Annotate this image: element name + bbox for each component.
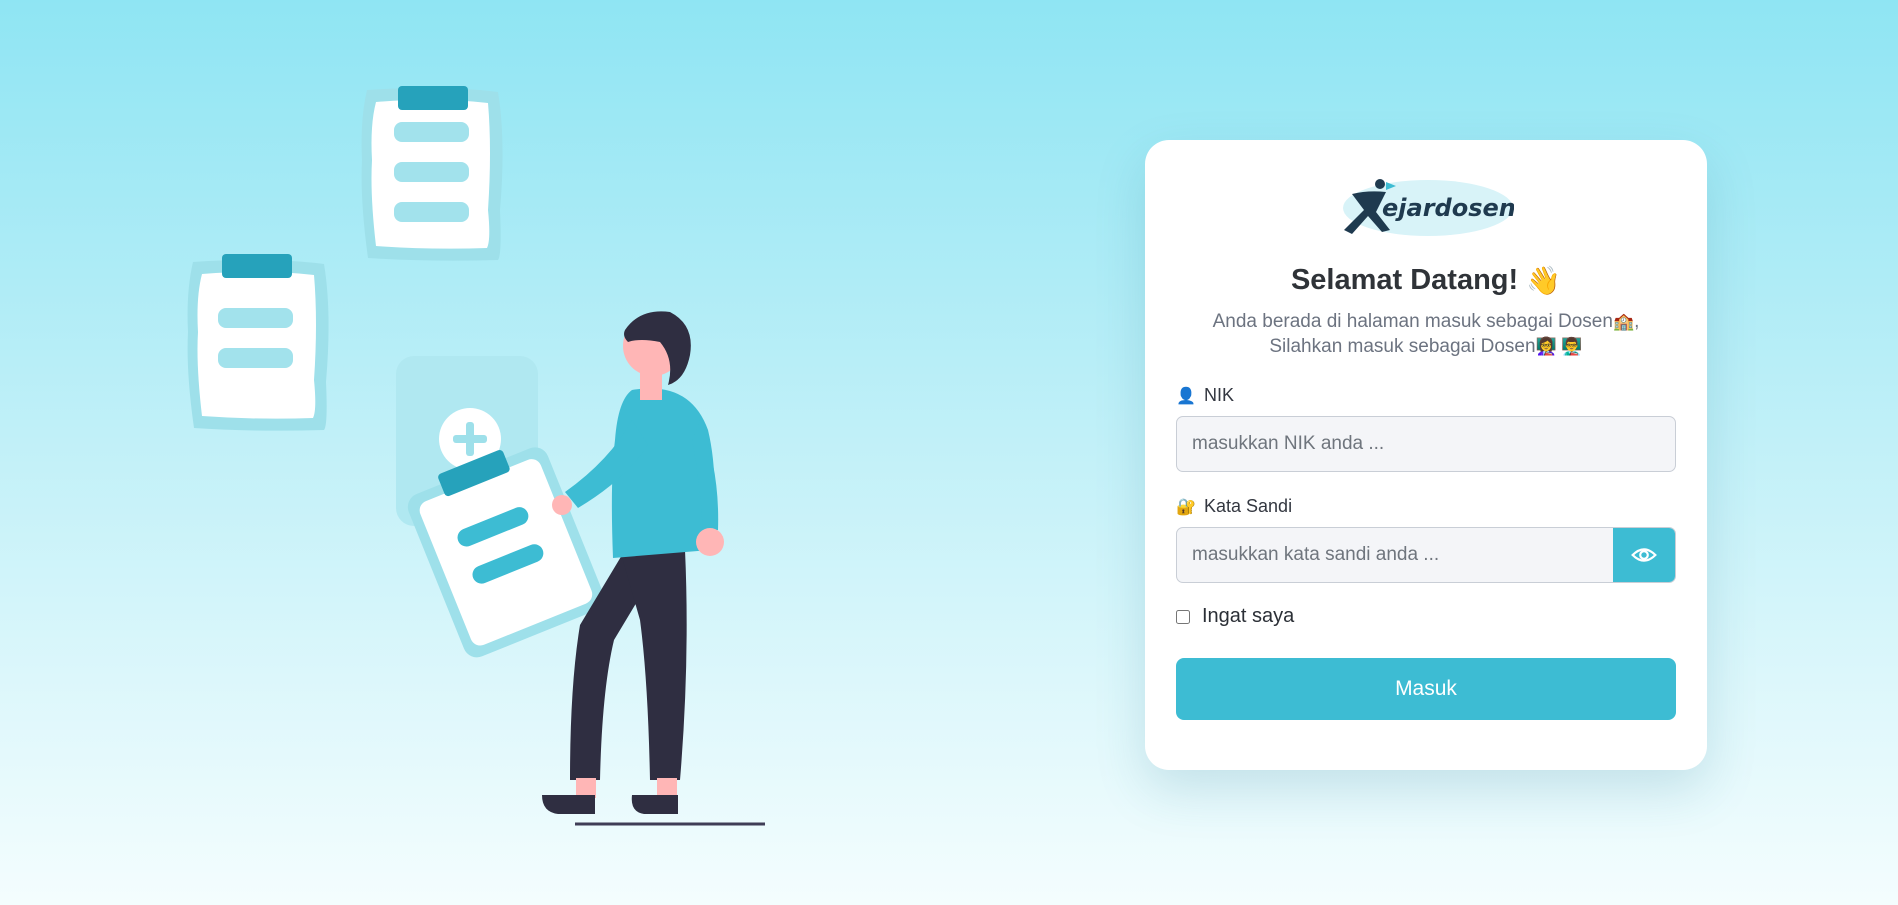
password-label: 🔐 Kata Sandi — [1176, 496, 1676, 517]
teacher-icons: 👩‍🏫 👨‍🏫 — [1535, 337, 1583, 356]
user-icon: 👤 — [1176, 387, 1196, 405]
logo: ejardosen — [1176, 172, 1676, 240]
kejardosen-logo: ejardosen — [1343, 179, 1514, 236]
school-icon: 🏫 — [1612, 312, 1635, 331]
remember-me-checkbox[interactable] — [1176, 609, 1190, 624]
nik-label: 👤 NIK — [1176, 385, 1676, 406]
remember-me-row: Ingat saya — [1176, 605, 1676, 628]
svg-text:ejardosen: ejardosen — [1382, 194, 1514, 222]
welcome-title-text: Selamat Datang! — [1290, 264, 1519, 296]
password-label-text: Kata Sandi — [1204, 496, 1293, 516]
clipboard-illustration-left — [187, 254, 329, 431]
eye-icon — [1631, 548, 1657, 562]
toggle-password-visibility-button[interactable] — [1613, 528, 1675, 582]
clipboard-illustration-top — [361, 86, 503, 261]
remember-me-label[interactable]: Ingat saya — [1202, 605, 1294, 628]
nik-label-text: NIK — [1204, 385, 1235, 405]
login-submit-button[interactable]: Masuk — [1176, 658, 1676, 720]
welcome-title: Selamat Datang! 👋 — [1176, 264, 1676, 297]
password-input[interactable] — [1177, 528, 1613, 582]
password-input-wrapper — [1176, 527, 1676, 583]
login-illustration — [187, 86, 765, 826]
lock-icon: 🔐 — [1176, 498, 1196, 516]
subtitle-text-1: Anda berada di halaman masuk sebagai Dos… — [1212, 311, 1613, 332]
nik-input-wrapper — [1176, 416, 1676, 472]
welcome-subtitle: Anda berada di halaman masuk sebagai Dos… — [1176, 309, 1676, 359]
login-card: ejardosen Selamat Datang! 👋 Anda berada … — [1145, 140, 1707, 770]
waving-hand-icon: 👋 — [1526, 265, 1562, 296]
nik-input[interactable] — [1177, 417, 1675, 471]
